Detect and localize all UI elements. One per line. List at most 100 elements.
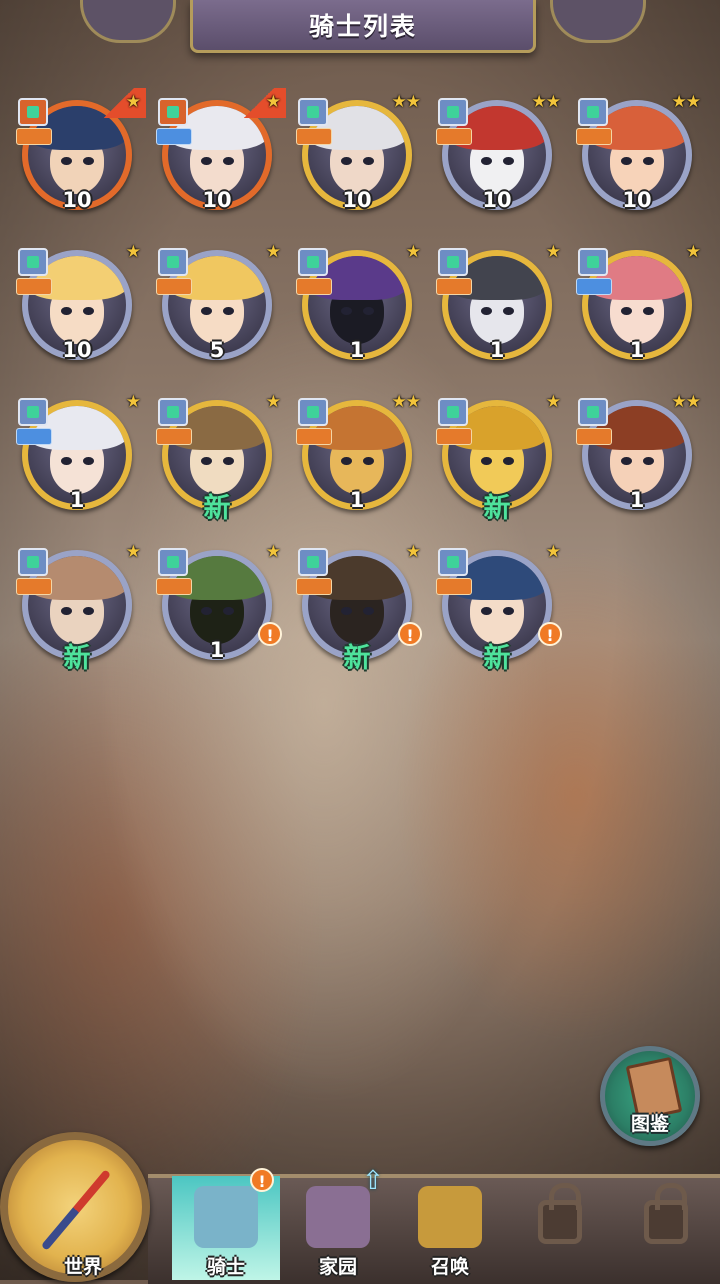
title-ornament-left	[80, 0, 176, 43]
knight-level: 10	[62, 338, 92, 362]
new-tag: 新	[63, 643, 91, 674]
codex-label: 图鉴	[630, 1113, 669, 1135]
star-rating: ★★	[391, 392, 422, 412]
title-banner: 骑士列表	[190, 0, 536, 53]
formation-badge-icon	[158, 98, 188, 126]
knight-level: 10	[62, 188, 92, 212]
formation-badge-icon	[158, 548, 188, 576]
knight-card[interactable]: ★★ 1	[576, 392, 702, 522]
star-rating: ★	[125, 92, 141, 112]
formation-badge-icon	[18, 398, 48, 426]
star-rating: ★	[125, 392, 141, 412]
formation-badge-icon	[298, 398, 328, 426]
compass-needle-icon	[40, 1169, 112, 1251]
nav-item-4[interactable]	[508, 1176, 616, 1280]
knight-card[interactable]: ★ 1	[576, 242, 702, 372]
star-rating: ★★	[671, 92, 702, 112]
knight-card[interactable]: ★★ 1	[296, 392, 422, 522]
home-icon	[306, 1186, 370, 1248]
knight-card[interactable]: ★ 10	[16, 88, 146, 222]
knight-icon	[194, 1186, 258, 1248]
nav-item-3[interactable]: 召唤	[396, 1176, 504, 1280]
knight-card[interactable]: ★★ 10	[296, 92, 422, 222]
star-rating: ★	[125, 242, 141, 262]
knight-alert-badge: !	[250, 1168, 274, 1192]
formation-badge-icon	[18, 548, 48, 576]
formation-badge-icon	[298, 248, 328, 276]
upgrade-arrow-icon: ⇧	[362, 1166, 384, 1196]
sword-role-icon	[296, 578, 332, 595]
sword-role-icon	[296, 278, 332, 295]
heart-role-icon	[16, 428, 52, 445]
knight-card[interactable]: ★ 10	[16, 242, 142, 372]
formation-badge-icon	[158, 398, 188, 426]
star-rating: ★	[405, 542, 421, 562]
knight-card[interactable]: ★ 新	[156, 392, 282, 524]
knight-level: 1	[629, 488, 645, 512]
knight-card[interactable]: ★ 新	[16, 542, 142, 674]
knight-level: 1	[69, 488, 85, 512]
star-rating: ★★	[391, 92, 422, 112]
alert-badge: !	[258, 622, 282, 646]
title-bar: 骑士列表	[0, 0, 720, 58]
sword-role-icon	[16, 128, 52, 145]
knight-level: 1	[349, 338, 365, 362]
nav-label: 家园	[318, 1256, 357, 1278]
formation-badge-icon	[578, 398, 608, 426]
star-rating: ★	[545, 542, 561, 562]
star-rating: ★	[405, 242, 421, 262]
star-rating: ★★	[531, 92, 562, 112]
sword-role-icon	[156, 578, 192, 595]
knight-level: 1	[349, 488, 365, 512]
knight-level: 10	[482, 188, 512, 212]
formation-badge-icon	[438, 98, 468, 126]
formation-badge-icon	[438, 398, 468, 426]
title-ornament-right	[550, 0, 646, 43]
knight-card[interactable]: ★ 新	[436, 392, 562, 524]
new-tag: 新	[343, 643, 371, 674]
knight-card[interactable]: ★ 10	[156, 88, 286, 222]
knight-card[interactable]: ★ 1!	[156, 542, 282, 672]
knight-card[interactable]: ★ 新!	[296, 542, 422, 674]
heart-role-icon	[576, 278, 612, 295]
sword-role-icon	[576, 428, 612, 445]
knight-level: 1	[209, 638, 225, 662]
star-rating: ★	[265, 242, 281, 262]
sword-role-icon	[16, 578, 52, 595]
sword-role-icon	[436, 278, 472, 295]
alert-badge: !	[398, 622, 422, 646]
sword-role-icon	[436, 578, 472, 595]
knight-card[interactable]: ★ 1	[16, 392, 142, 522]
new-tag: 新	[203, 493, 231, 524]
knight-level: 10	[342, 188, 372, 212]
knight-card[interactable]: ★ 1	[296, 242, 422, 372]
sword-role-icon	[296, 428, 332, 445]
alert-badge: !	[538, 622, 562, 646]
formation-badge-icon	[578, 248, 608, 276]
knight-card[interactable]: ★★ 10	[436, 92, 562, 222]
formation-badge-icon	[18, 248, 48, 276]
heart-role-icon	[156, 128, 192, 145]
codex-button[interactable]: 图鉴	[600, 1046, 700, 1146]
formation-badge-icon	[298, 548, 328, 576]
knight-level: 5	[209, 338, 225, 362]
star-rating: ★	[265, 392, 281, 412]
knight-card[interactable]: ★ 新!	[436, 542, 562, 674]
star-rating: ★	[545, 392, 561, 412]
knight-card[interactable]: ★ 1	[436, 242, 562, 372]
star-rating: ★★	[671, 392, 702, 412]
world-label: 世界	[63, 1256, 102, 1278]
knight-card[interactable]: ★ 5	[156, 242, 282, 372]
world-compass-button[interactable]: 世界	[0, 1132, 150, 1282]
knight-card[interactable]: ★★ 10	[576, 92, 702, 222]
nav-item-5[interactable]	[614, 1176, 720, 1280]
formation-badge-icon	[578, 98, 608, 126]
knight-level: 10	[622, 188, 652, 212]
sword-role-icon	[156, 428, 192, 445]
formation-badge-icon	[438, 248, 468, 276]
nav-label: 召唤	[430, 1256, 469, 1278]
sword-role-icon	[436, 428, 472, 445]
knight-level: 10	[202, 188, 232, 212]
bottom-nav: 骑士 家园 召唤 ! ⇧ 世界	[0, 1132, 720, 1284]
new-tag: 新	[483, 643, 511, 674]
